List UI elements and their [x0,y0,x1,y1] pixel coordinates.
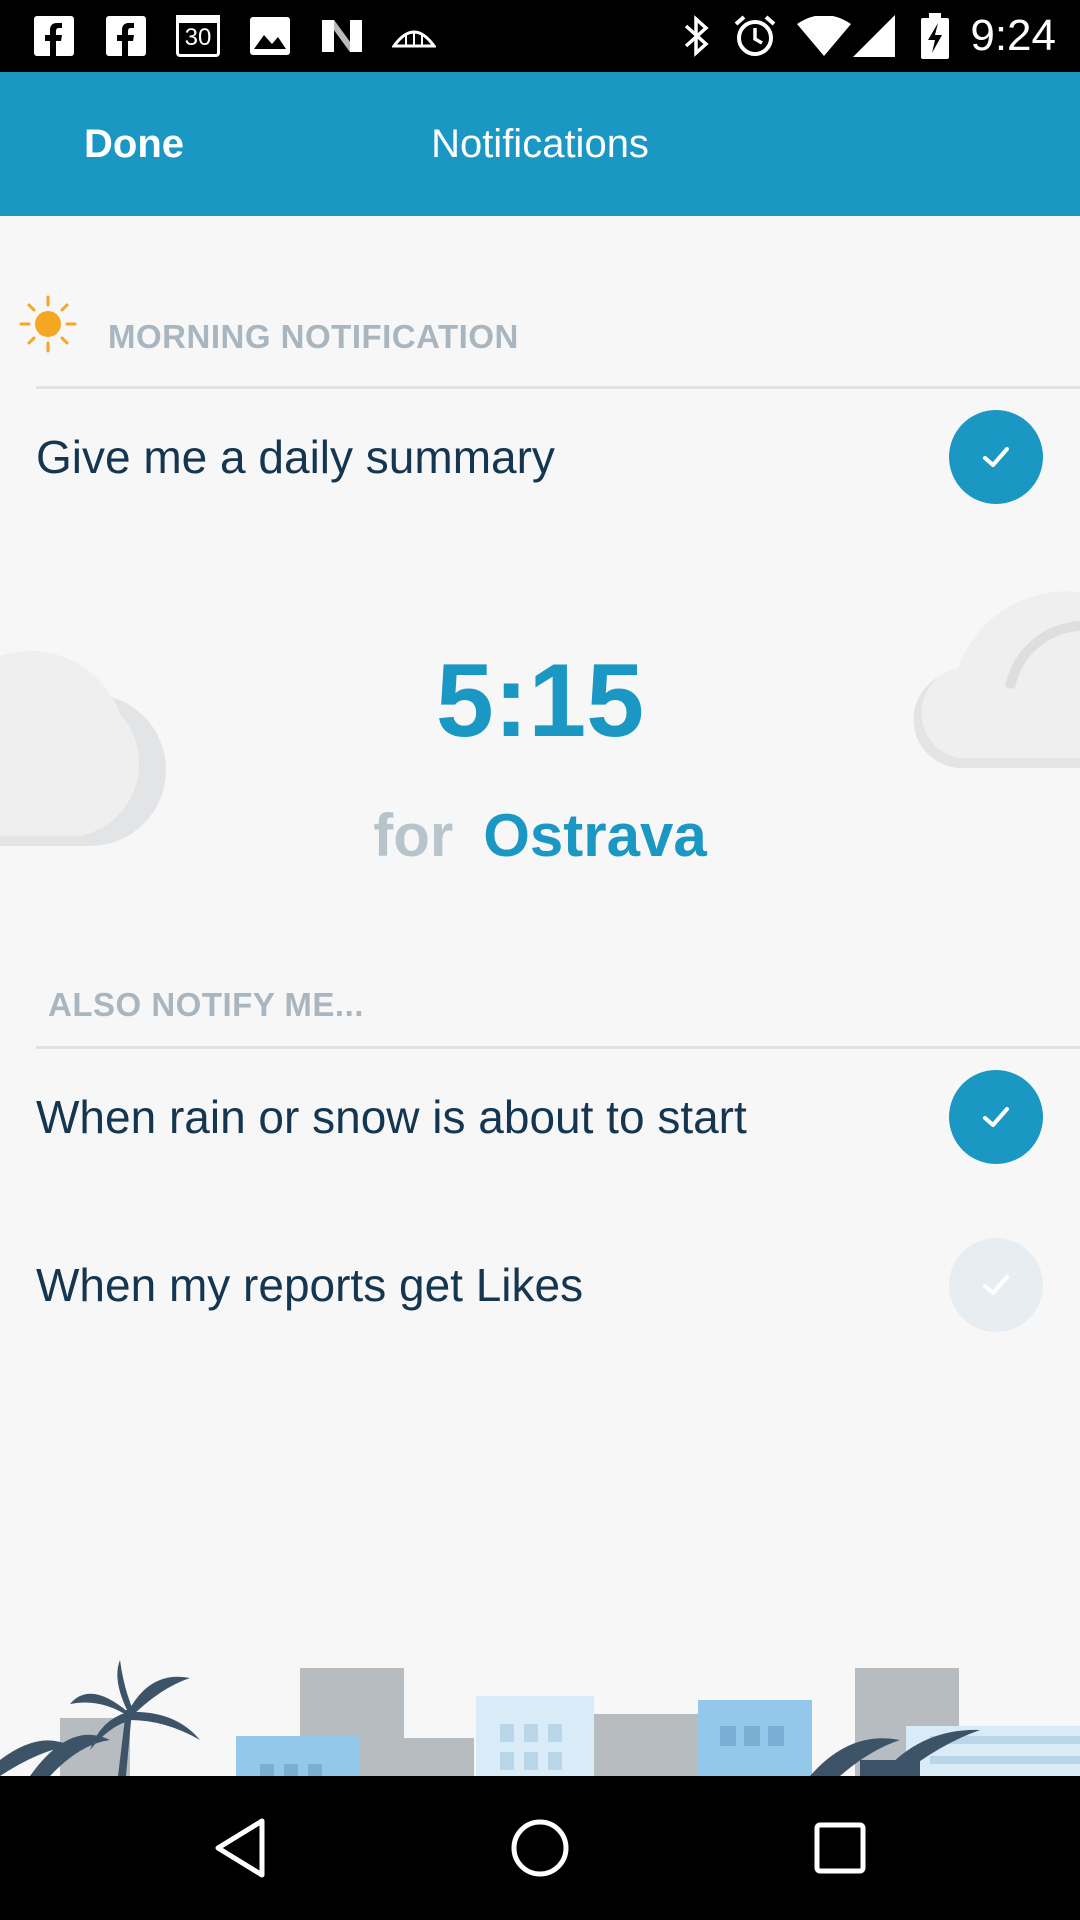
check-icon [983,447,1009,467]
status-bar: 30 9:24 [0,0,1080,72]
rain-snow-label: When rain or snow is about to start [36,1091,747,1143]
weather-app-icon [390,14,438,58]
also-notify-section-header: ALSO NOTIFY ME... [36,956,1080,1049]
calendar-icon: 30 [174,14,222,58]
n-app-icon [318,14,366,58]
done-button[interactable]: Done [84,72,184,216]
facebook-icon [32,14,76,58]
morning-section-header: MORNING NOTIFICATION [36,296,1080,389]
facebook-icon [104,14,148,58]
likes-row[interactable]: When my reports get Likes [0,1220,1080,1350]
alarm-icon [730,14,780,58]
city-link[interactable]: Ostrava [483,802,706,869]
app-bar: Notifications Done [0,72,1080,216]
daily-summary-row[interactable]: Give me a daily summary [0,392,1080,522]
system-nav-bar [0,1776,1080,1920]
also-notify-section-title: ALSO NOTIFY ME... [48,986,364,1023]
location-line: for Ostrava [0,796,1080,876]
home-icon[interactable] [504,1812,576,1884]
notification-time[interactable]: 5:15 [0,636,1080,766]
gallery-icon [248,14,292,58]
morning-section-title: MORNING NOTIFICATION [108,318,519,355]
battery-charging-icon [918,13,952,59]
calendar-day-text: 30 [184,24,212,51]
recents-icon[interactable] [804,1812,876,1884]
rain-snow-row[interactable]: When rain or snow is about to start [0,1052,1080,1182]
daily-summary-label: Give me a daily summary [36,431,555,483]
signal-icon [852,14,896,58]
likes-checkbox[interactable] [949,1238,1043,1332]
check-icon [983,1275,1009,1295]
rain-snow-checkbox[interactable] [949,1070,1043,1164]
for-label: for [373,802,454,869]
bluetooth-icon [676,14,716,58]
city-skyline-illustration [0,1620,1080,1776]
back-icon[interactable] [204,1812,276,1884]
status-clock: 9:24 [970,11,1056,60]
likes-label: When my reports get Likes [36,1259,584,1311]
check-icon [983,1107,1009,1127]
notifications-content: MORNING NOTIFICATION Give me a daily sum… [0,216,1080,1776]
daily-summary-checkbox[interactable] [949,410,1043,504]
wifi-icon [796,14,852,58]
